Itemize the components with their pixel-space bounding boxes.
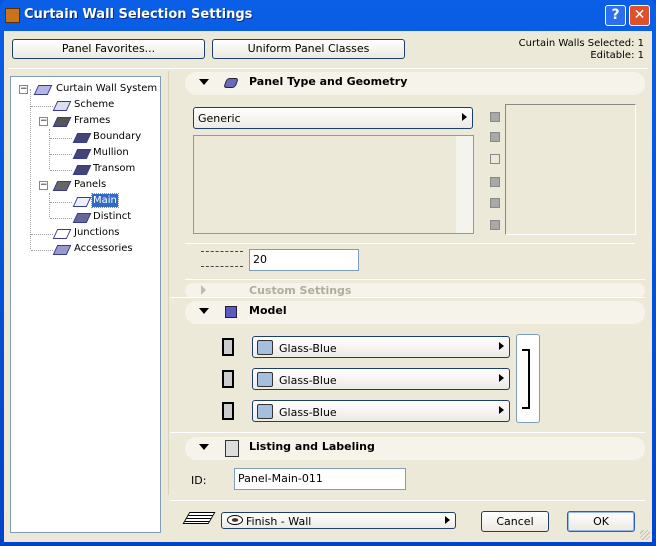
layer-value: Finish - Wall — [246, 515, 312, 528]
edge-material-dropdown[interactable]: Glass-Blue — [252, 368, 510, 390]
eye-icon — [227, 515, 243, 525]
expand-triangle-icon[interactable] — [199, 444, 209, 450]
id-label: ID: — [191, 474, 207, 487]
wireframe-3d-icon[interactable] — [490, 154, 500, 164]
tree-item-mullion[interactable]: Mullion — [93, 147, 129, 158]
section-model-header[interactable]: Model — [185, 301, 645, 324]
link-materials-toggle[interactable] — [516, 334, 540, 423]
boundary-icon — [72, 133, 92, 143]
panel-icon — [223, 78, 239, 88]
resize-grip[interactable] — [640, 530, 650, 540]
shaded-3d-icon[interactable] — [490, 177, 500, 187]
tree-item-transom[interactable]: Transom — [93, 163, 135, 174]
collapse-toggle[interactable]: − — [39, 117, 48, 126]
junctions-icon — [52, 229, 72, 239]
expand-triangle-icon[interactable] — [199, 79, 209, 85]
thickness-icon — [201, 251, 243, 267]
section-title: Model — [249, 304, 287, 317]
tree-item-scheme[interactable]: Scheme — [74, 99, 114, 110]
front-surface-icon — [222, 338, 234, 356]
section-title: Custom Settings — [249, 284, 352, 297]
tree-item-main[interactable]: Main — [91, 193, 119, 208]
close-button[interactable]: ✕ — [629, 5, 650, 26]
dropdown-arrow-icon — [499, 342, 504, 350]
window-title: Curtain Wall Selection Settings — [24, 7, 253, 22]
edge-surface-icon — [222, 370, 234, 388]
accessories-icon — [52, 245, 72, 255]
material-value: Glass-Blue — [279, 406, 337, 419]
list-scrollbar[interactable] — [456, 136, 473, 233]
model-icon — [225, 306, 237, 318]
front-material-dropdown[interactable]: Glass-Blue — [252, 336, 510, 358]
scheme-icon — [52, 101, 72, 111]
thickness-input[interactable]: 20 — [249, 249, 359, 271]
title-bar[interactable]: Curtain Wall Selection Settings ? ✕ — [0, 0, 656, 31]
layer-icon — [182, 512, 216, 524]
panel-list[interactable] — [193, 135, 474, 234]
app-icon — [5, 8, 20, 23]
section-panel-type-header[interactable]: Panel Type and Geometry — [185, 72, 645, 95]
editable-count: Editable: 1 — [590, 50, 644, 61]
material-swatch — [257, 340, 273, 355]
uniform-panel-classes-button[interactable]: Uniform Panel Classes — [212, 39, 405, 59]
tree-item-accessories[interactable]: Accessories — [74, 243, 133, 254]
dropdown-arrow-icon — [499, 406, 504, 414]
dropdown-arrow-icon — [462, 113, 467, 121]
help-button[interactable]: ? — [605, 5, 626, 26]
frames-icon — [52, 117, 72, 127]
panel-favorites-button[interactable]: Panel Favorites... — [12, 39, 205, 59]
preview-area — [505, 104, 636, 235]
curtain-wall-icon — [33, 85, 53, 95]
panel-type-dropdown[interactable]: Generic — [193, 107, 473, 129]
section-title: Panel Type and Geometry — [249, 75, 408, 88]
selection-status: Curtain Walls Selected: 1 Editable: 1 — [519, 38, 644, 62]
dialog-window: Curtain Wall Selection Settings ? ✕ Pane… — [0, 0, 656, 546]
collapsed-triangle-icon[interactable] — [201, 285, 206, 295]
tree-item-junctions[interactable]: Junctions — [74, 227, 120, 238]
id-input[interactable]: Panel-Main-011 — [234, 468, 406, 490]
material-value: Glass-Blue — [279, 342, 337, 355]
section-title: Listing and Labeling — [249, 440, 375, 453]
panels-icon — [52, 181, 72, 191]
chain-link-icon — [522, 349, 530, 409]
material-swatch — [257, 404, 273, 419]
back-material-dropdown[interactable]: Glass-Blue — [252, 400, 510, 422]
tree-item-curtain-wall-system[interactable]: Curtain Wall System — [56, 83, 157, 94]
elevation-icon[interactable] — [490, 198, 500, 208]
panel-type-value: Generic — [198, 112, 241, 125]
ok-button[interactable]: OK — [567, 511, 635, 532]
tree-item-panels[interactable]: Panels — [74, 179, 106, 190]
selected-count: Curtain Walls Selected: 1 — [518, 38, 644, 49]
material-swatch — [257, 372, 273, 387]
mullion-icon — [72, 149, 92, 159]
dialog-body: Panel Favorites... Uniform Panel Classes… — [4, 31, 652, 542]
transom-icon — [72, 165, 92, 175]
collapse-toggle[interactable]: − — [39, 181, 48, 190]
back-surface-icon — [222, 402, 234, 420]
section-view-icon[interactable] — [490, 132, 500, 142]
settings-tree[interactable]: − Curtain Wall System Scheme − Frames Bo… — [10, 76, 161, 533]
dropdown-arrow-icon — [499, 374, 504, 382]
material-value: Glass-Blue — [279, 374, 337, 387]
cancel-button[interactable]: Cancel — [481, 511, 549, 532]
plan-view-icon[interactable] — [490, 112, 500, 122]
expand-triangle-icon[interactable] — [199, 308, 209, 314]
section-listing-header[interactable]: Listing and Labeling — [185, 437, 645, 460]
dropdown-arrow-icon — [445, 516, 450, 524]
collapse-toggle[interactable]: − — [19, 85, 28, 94]
distinct-panel-icon — [72, 213, 92, 223]
layer-dropdown[interactable]: Finish - Wall — [221, 512, 456, 529]
section-custom-settings-header[interactable]: Custom Settings — [185, 283, 645, 298]
info-icon[interactable] — [490, 220, 500, 230]
tree-item-distinct[interactable]: Distinct — [93, 211, 131, 222]
tree-item-boundary[interactable]: Boundary — [93, 131, 141, 142]
tree-item-frames[interactable]: Frames — [74, 115, 110, 126]
listing-icon — [225, 440, 239, 457]
main-panel-icon — [72, 197, 92, 207]
